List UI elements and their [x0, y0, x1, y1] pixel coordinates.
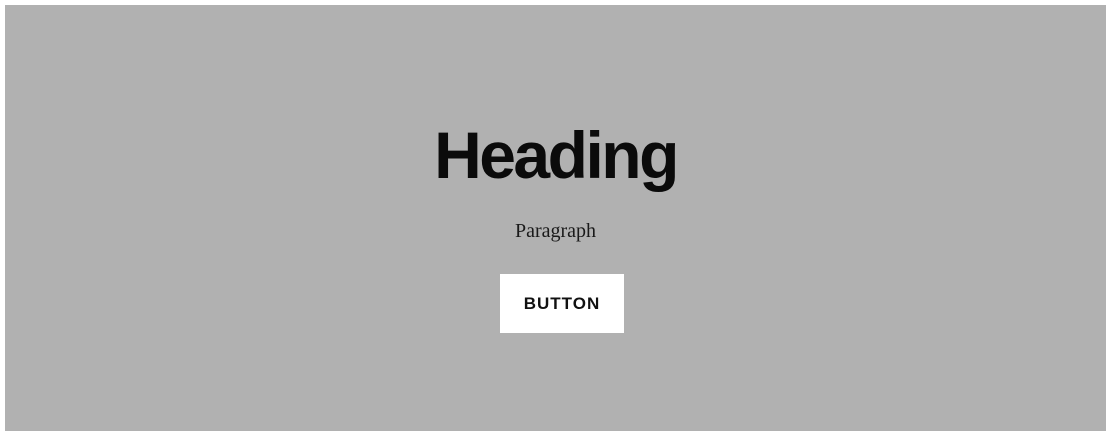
hero-paragraph: Paragraph [514, 220, 597, 242]
hero-button[interactable]: BUTTON [500, 274, 624, 333]
hero-heading: Heading [434, 118, 679, 192]
hero-section: Heading Paragraph BUTTON [5, 5, 1106, 431]
page: Heading Paragraph BUTTON [0, 0, 1106, 431]
